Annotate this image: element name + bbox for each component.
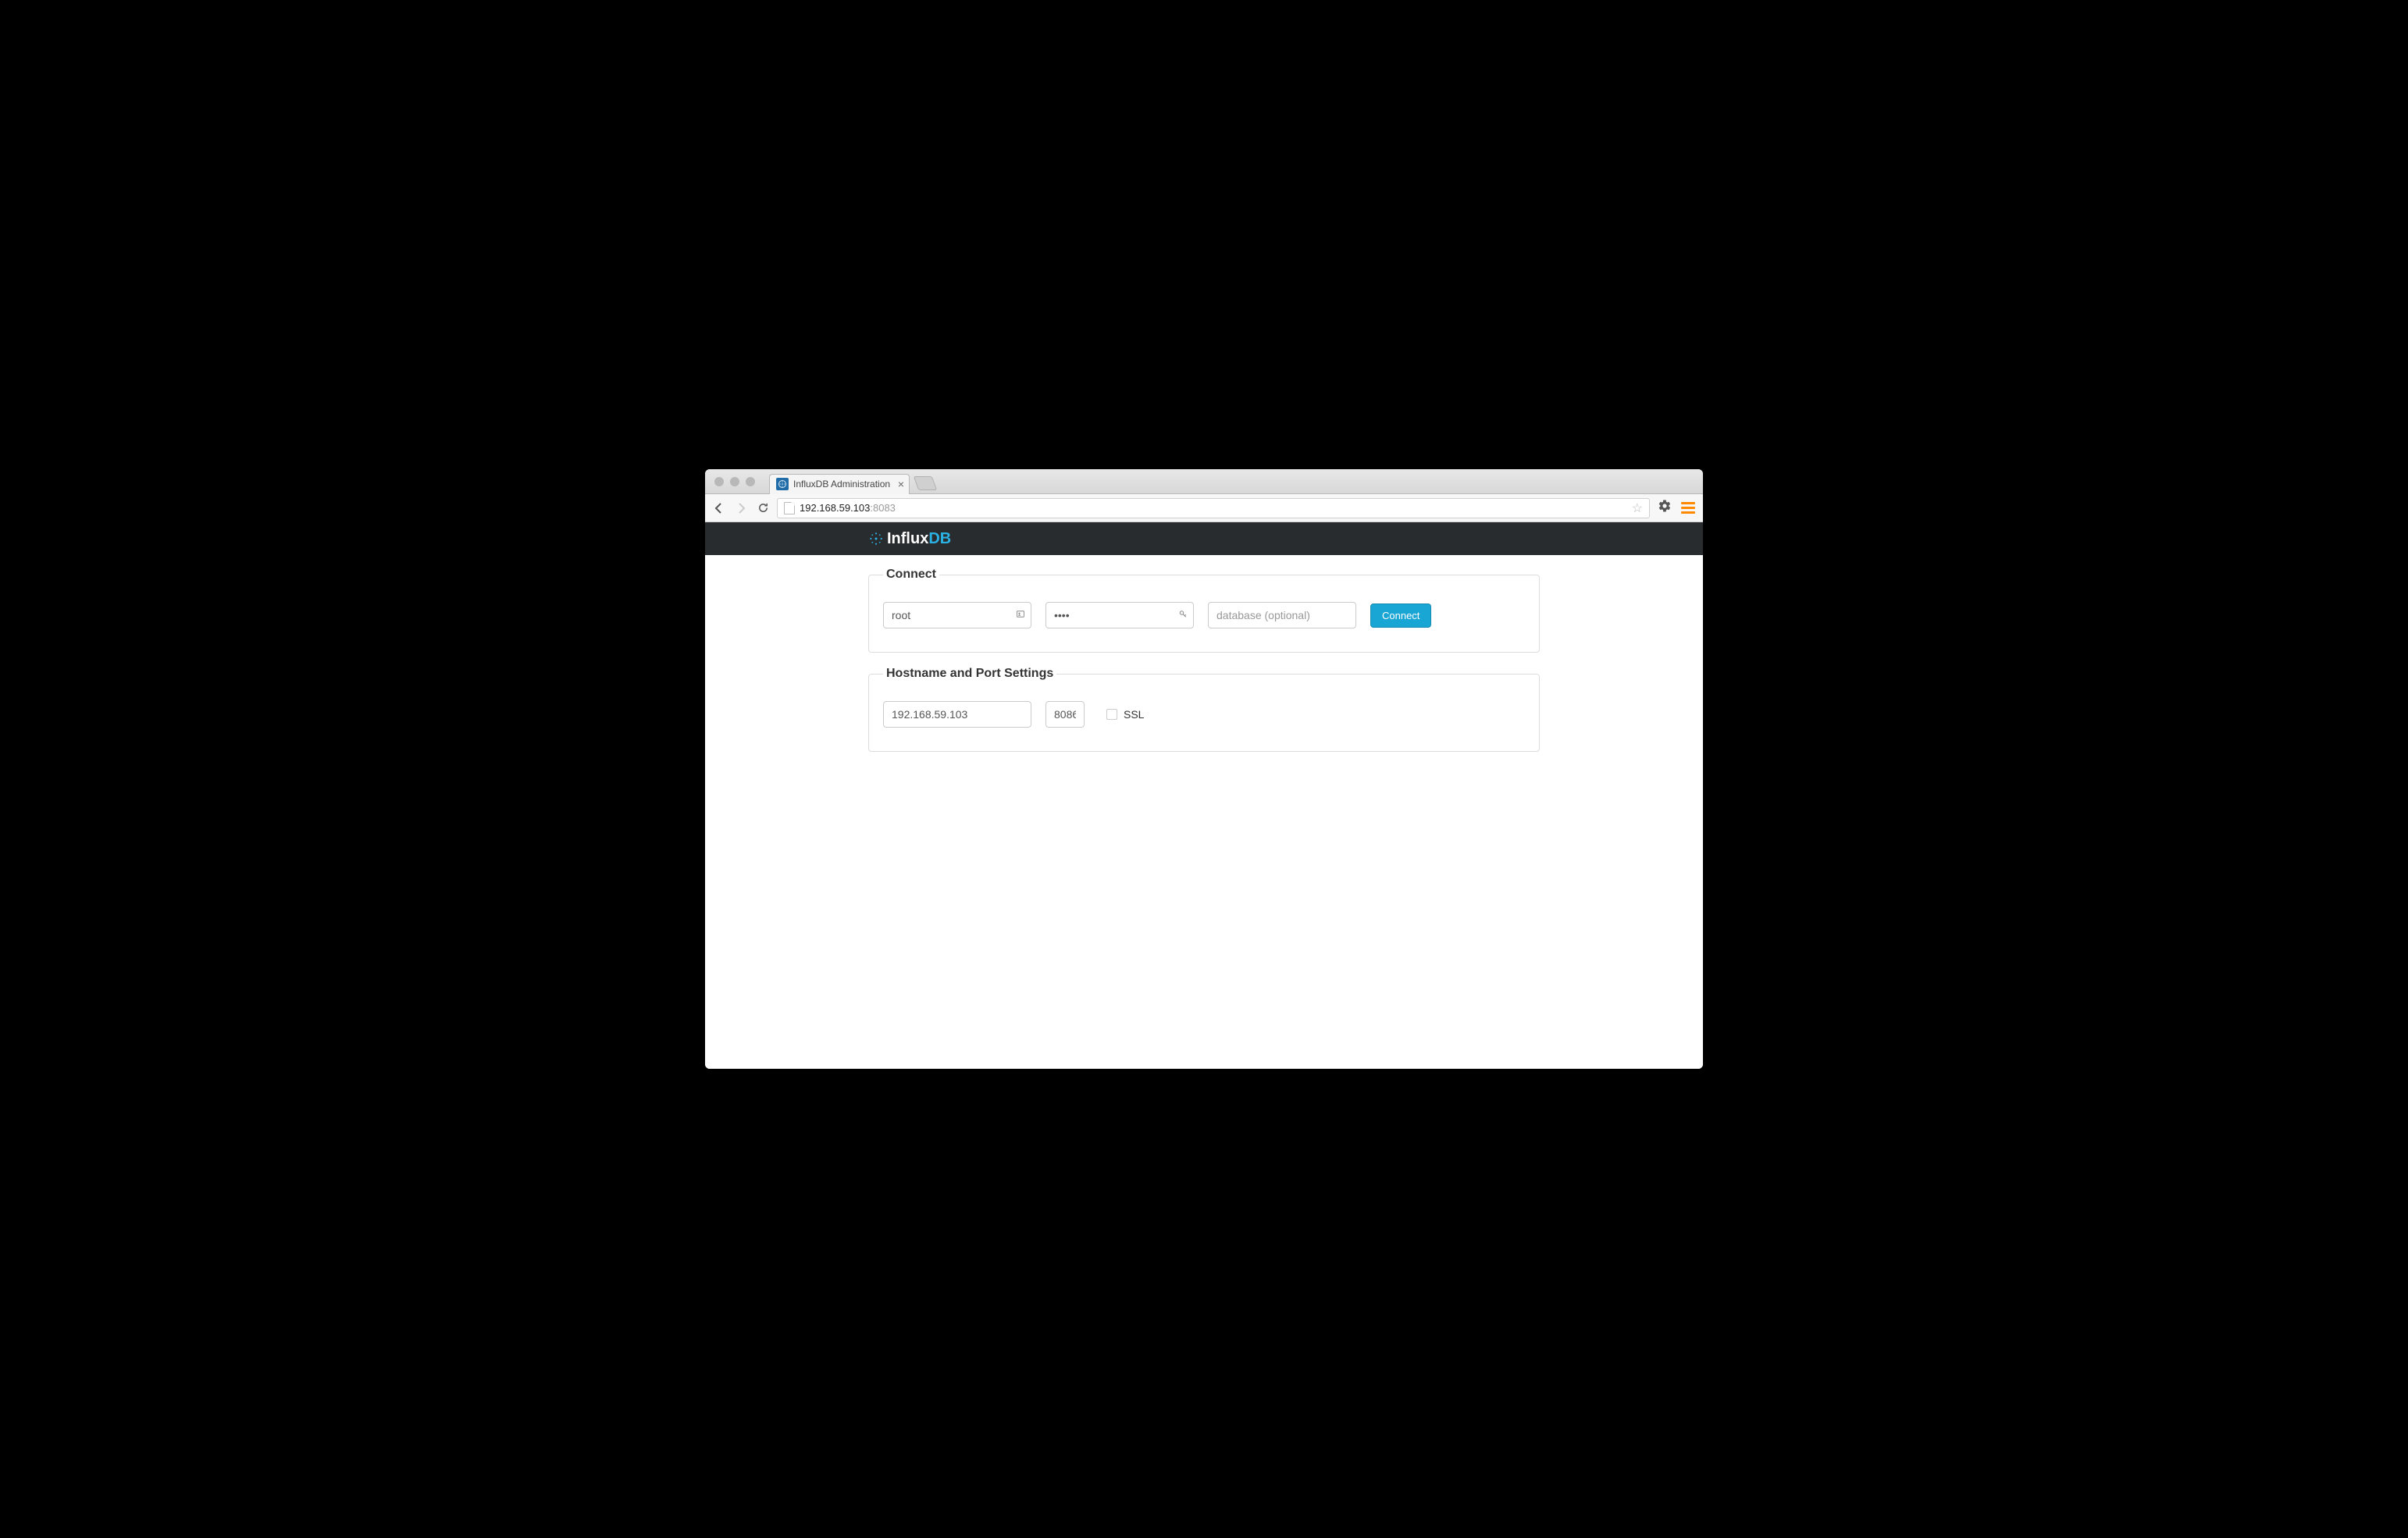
new-tab-button[interactable] <box>914 476 938 490</box>
settings-gear-icon[interactable] <box>1656 499 1673 517</box>
page-icon <box>784 502 795 514</box>
ssl-label: SSL <box>1124 708 1144 721</box>
url-text: 192.168.59.103:8083 <box>800 502 896 514</box>
logo-text-db: DB <box>928 530 951 547</box>
browser-tab[interactable]: InfluxDB Administration × <box>769 474 910 494</box>
arrow-left-icon <box>713 502 725 514</box>
back-button[interactable] <box>711 500 727 516</box>
connect-panel: Connect Connect <box>868 568 1540 653</box>
tab-title: InfluxDB Administration <box>793 479 890 490</box>
traffic-lights <box>714 477 755 486</box>
connect-legend: Connect <box>883 568 939 582</box>
tab-strip: InfluxDB Administration × <box>705 469 1703 494</box>
arrow-right-icon <box>735 502 747 514</box>
forward-button[interactable] <box>733 500 749 516</box>
influxdb-logo-icon <box>868 531 884 546</box>
bookmark-star-icon[interactable]: ☆ <box>1632 500 1643 516</box>
main-content: Connect Connect <box>868 555 1540 752</box>
reload-button[interactable] <box>755 500 771 516</box>
page-viewport: InfluxDB Connect <box>705 522 1703 1069</box>
ssl-checkbox[interactable] <box>1106 709 1117 720</box>
database-input[interactable] <box>1208 602 1356 628</box>
influxdb-logo[interactable]: InfluxDB <box>868 530 951 548</box>
host-settings-panel: Hostname and Port Settings SSL <box>868 667 1540 752</box>
app-header: InfluxDB <box>705 522 1703 555</box>
logo-text-influx: Influx <box>887 530 928 547</box>
password-input[interactable] <box>1045 602 1194 628</box>
browser-window: InfluxDB Administration × 192.168.59.103… <box>705 469 1703 1069</box>
hostname-input[interactable] <box>883 701 1031 728</box>
ssl-checkbox-wrap[interactable]: SSL <box>1106 708 1144 721</box>
hamburger-menu-icon[interactable] <box>1680 500 1697 516</box>
traffic-light-zoom[interactable] <box>746 477 755 486</box>
port-input[interactable] <box>1045 701 1085 728</box>
address-bar[interactable]: 192.168.59.103:8083 ☆ <box>777 498 1650 518</box>
browser-toolbar: 192.168.59.103:8083 ☆ <box>705 494 1703 522</box>
url-host: 192.168.59.103 <box>800 502 870 514</box>
traffic-light-close[interactable] <box>714 477 724 486</box>
close-icon[interactable]: × <box>898 478 904 490</box>
username-input[interactable] <box>883 602 1031 628</box>
connect-button[interactable]: Connect <box>1370 603 1431 628</box>
host-settings-legend: Hostname and Port Settings <box>883 667 1056 681</box>
tab-favicon-icon <box>776 478 789 490</box>
url-port: :8083 <box>870 502 896 514</box>
traffic-light-minimize[interactable] <box>730 477 739 486</box>
reload-icon <box>757 502 769 514</box>
